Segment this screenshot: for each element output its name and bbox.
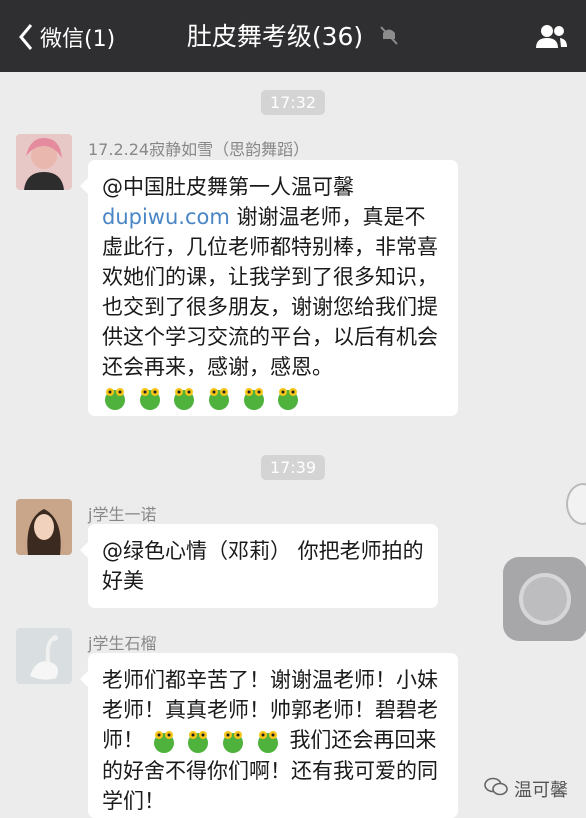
- scroll-arrow-icon[interactable]: [566, 483, 586, 525]
- emoji-row: [151, 726, 283, 756]
- watermark-text: 温可馨: [514, 780, 568, 801]
- sender-name: 17.2.24寂静如雪（思韵舞蹈）: [88, 140, 310, 159]
- timestamp: 17:39: [260, 455, 326, 480]
- frog-emoji-icon: [275, 386, 301, 412]
- sender-name: j学生石榴: [88, 634, 157, 653]
- frog-emoji-icon: [171, 386, 197, 412]
- link[interactable]: dupiwu.com: [102, 205, 230, 229]
- frog-emoji-icon: [102, 386, 128, 412]
- avatar[interactable]: [16, 628, 72, 684]
- assistive-touch-button[interactable]: [503, 557, 586, 641]
- mention-text: @中国肚皮舞第一人温可馨: [102, 175, 354, 199]
- frog-emoji-icon: [206, 386, 232, 412]
- message-bubble[interactable]: @中国肚皮舞第一人温可馨 dupiwu.com 谢谢温老师，真是不虚此行，几位老…: [80, 160, 458, 416]
- emoji-row: [102, 383, 303, 413]
- avatar[interactable]: [16, 134, 72, 190]
- top-bar: 微信(1) 肚皮舞考级(36): [0, 0, 586, 72]
- avatar[interactable]: [16, 499, 72, 555]
- message-text: @绿色心情（邓莉） 你把老师拍的好美: [102, 539, 424, 593]
- assistive-touch-icon: [519, 573, 571, 625]
- frog-emoji-icon: [185, 729, 211, 755]
- frog-emoji-icon: [241, 386, 267, 412]
- sender-name: j学生一诺: [88, 505, 157, 524]
- frog-emoji-icon: [137, 386, 163, 412]
- watermark: 温可馨: [484, 776, 568, 802]
- mute-icon: [379, 21, 399, 55]
- chat-title-text: 肚皮舞考级(36): [186, 22, 364, 51]
- frog-emoji-icon: [255, 729, 281, 755]
- chat-title: 肚皮舞考级(36): [0, 20, 586, 55]
- frog-emoji-icon: [220, 729, 246, 755]
- group-members-icon[interactable]: [534, 22, 568, 54]
- message-text: 谢谢温老师，真是不虚此行，几位老师都特别棒，非常喜欢她们的课，让我学到了很多知识…: [102, 205, 438, 379]
- message-bubble[interactable]: 老师们都辛苦了！谢谢温老师！小妹老师！真真老师！帅郭老师！碧碧老师！ 我们还会再…: [80, 653, 458, 818]
- timestamp: 17:32: [260, 90, 326, 115]
- wechat-logo-icon: [484, 777, 508, 802]
- message-bubble[interactable]: @绿色心情（邓莉） 你把老师拍的好美: [80, 524, 438, 608]
- frog-emoji-icon: [151, 729, 177, 755]
